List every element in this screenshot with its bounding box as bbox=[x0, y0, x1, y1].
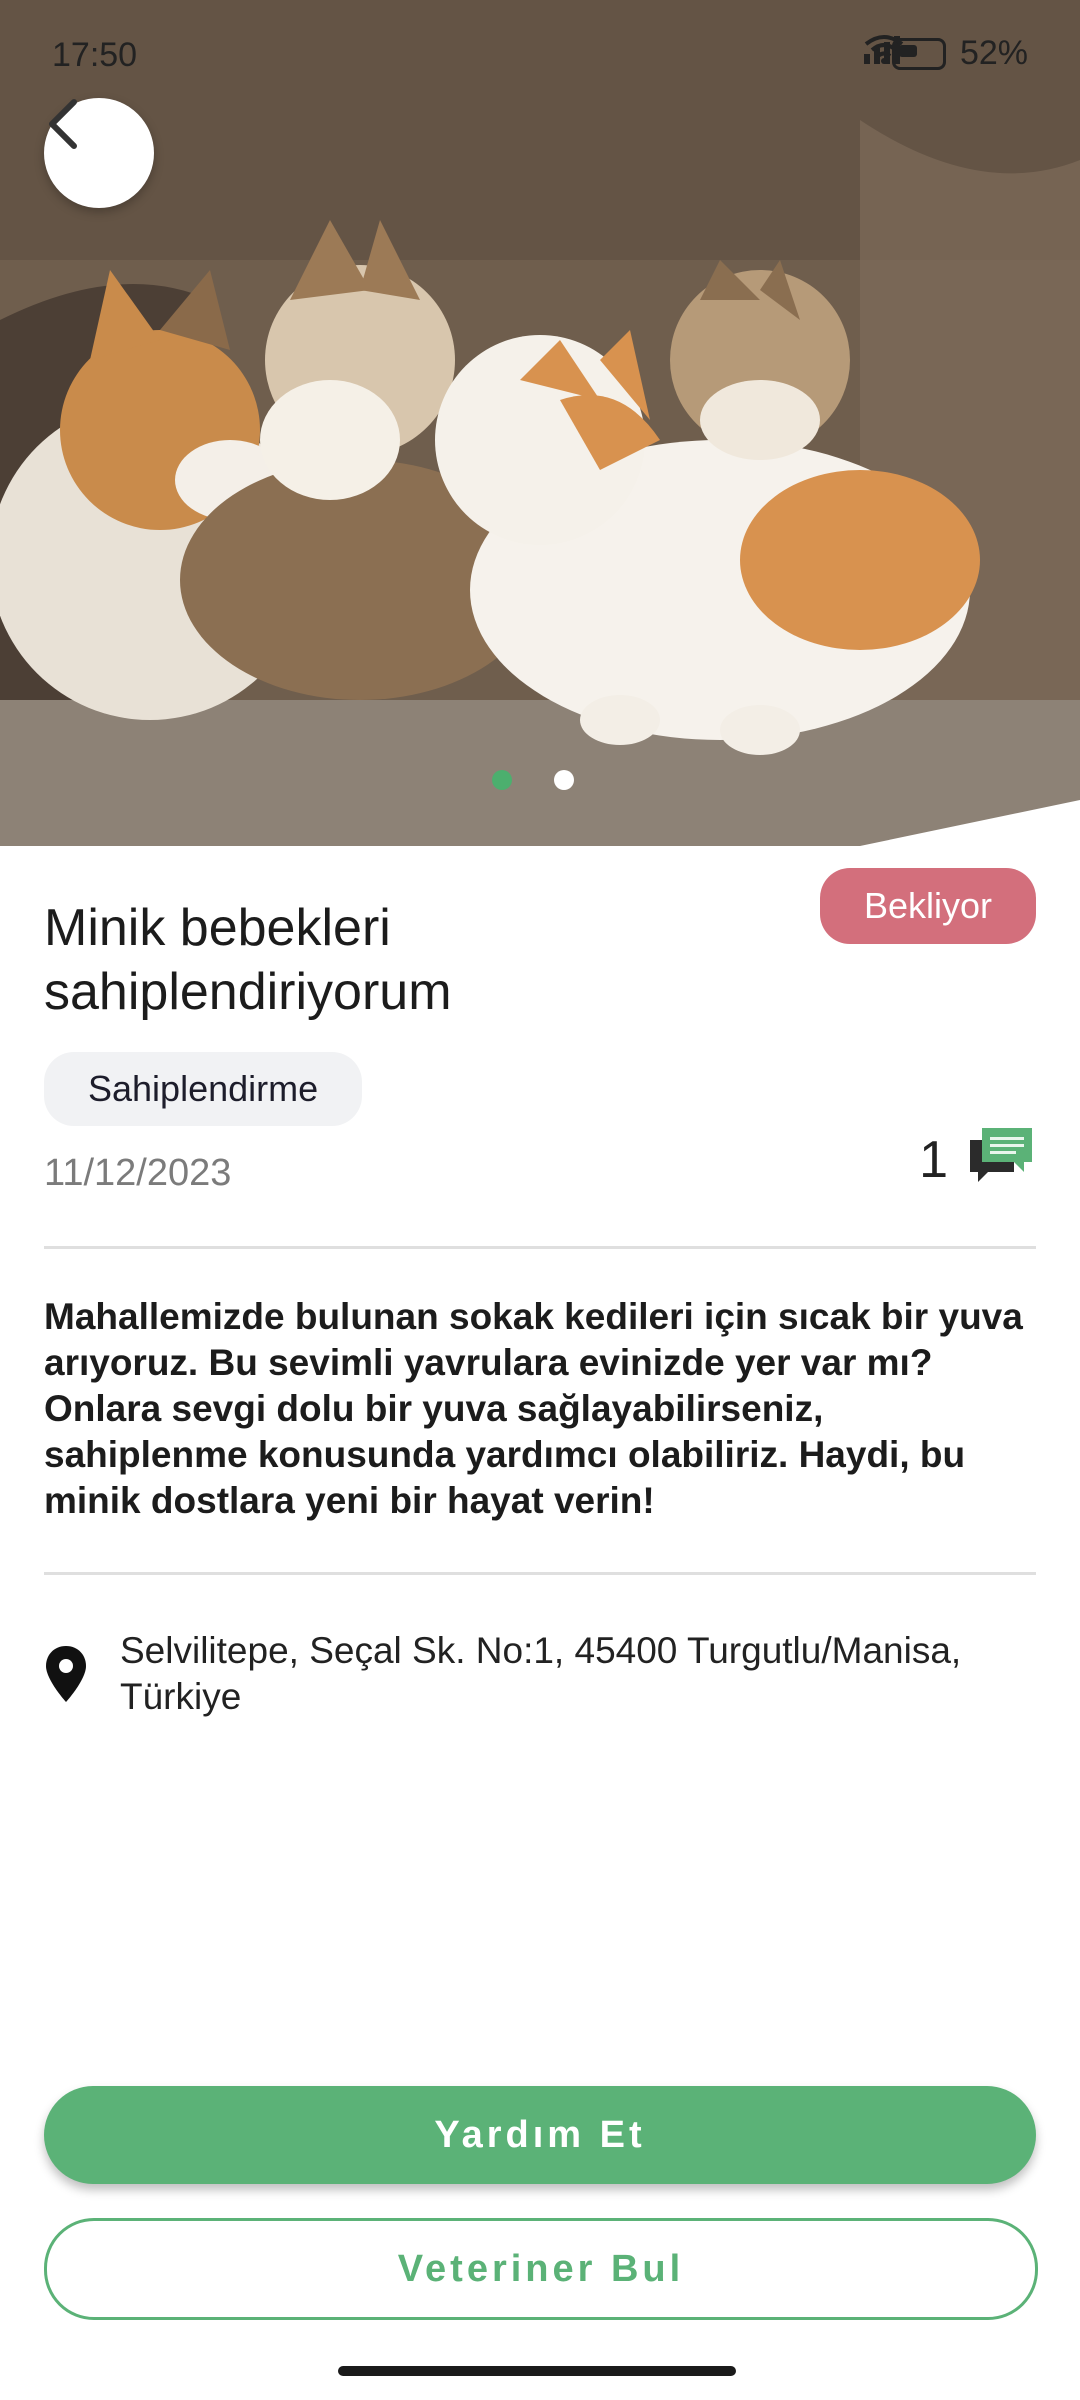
kittens-photo bbox=[0, 0, 1080, 846]
help-button[interactable]: Yardım Et bbox=[44, 2086, 1036, 2184]
post-title: Minik bebekleri sahiplendiriyorum bbox=[44, 899, 452, 1021]
divider bbox=[44, 1572, 1036, 1575]
hero-image-carousel[interactable]: 17:50 52% bbox=[0, 0, 1080, 846]
divider bbox=[44, 1246, 1036, 1249]
category-chip: Sahiplendirme bbox=[44, 1052, 363, 1126]
status-badge: Bekliyor bbox=[819, 868, 1036, 944]
map-pin-icon bbox=[44, 1628, 88, 1720]
comments-button[interactable]: 1 bbox=[919, 1126, 1036, 1193]
status-bar: 17:50 52% bbox=[0, 0, 1080, 110]
status-time: 17:50 bbox=[52, 36, 138, 74]
post-date: 11/12/2023 bbox=[44, 1152, 232, 1194]
comment-count: 1 bbox=[919, 1130, 948, 1189]
location-row[interactable]: Selvilitepe, Seçal Sk. No:1, 45400 Turgu… bbox=[44, 1628, 1036, 1720]
location-address: Selvilitepe, Seçal Sk. No:1, 45400 Turgu… bbox=[120, 1630, 962, 1717]
carousel-dot-1[interactable] bbox=[492, 770, 512, 790]
chat-bubble-icon bbox=[966, 1126, 1036, 1193]
battery-icon bbox=[891, 37, 946, 70]
carousel-dots bbox=[492, 770, 574, 790]
post-description: Mahallemizde bulunan sokak kedileri için… bbox=[44, 1296, 1023, 1521]
back-button[interactable] bbox=[44, 98, 154, 208]
find-vet-button[interactable]: Veteriner Bul bbox=[44, 2218, 1038, 2320]
carousel-dot-2[interactable] bbox=[554, 770, 574, 790]
home-indicator[interactable] bbox=[338, 2366, 736, 2376]
battery-level: 52% bbox=[959, 34, 1028, 72]
status-icons: 52% bbox=[863, 34, 1028, 73]
